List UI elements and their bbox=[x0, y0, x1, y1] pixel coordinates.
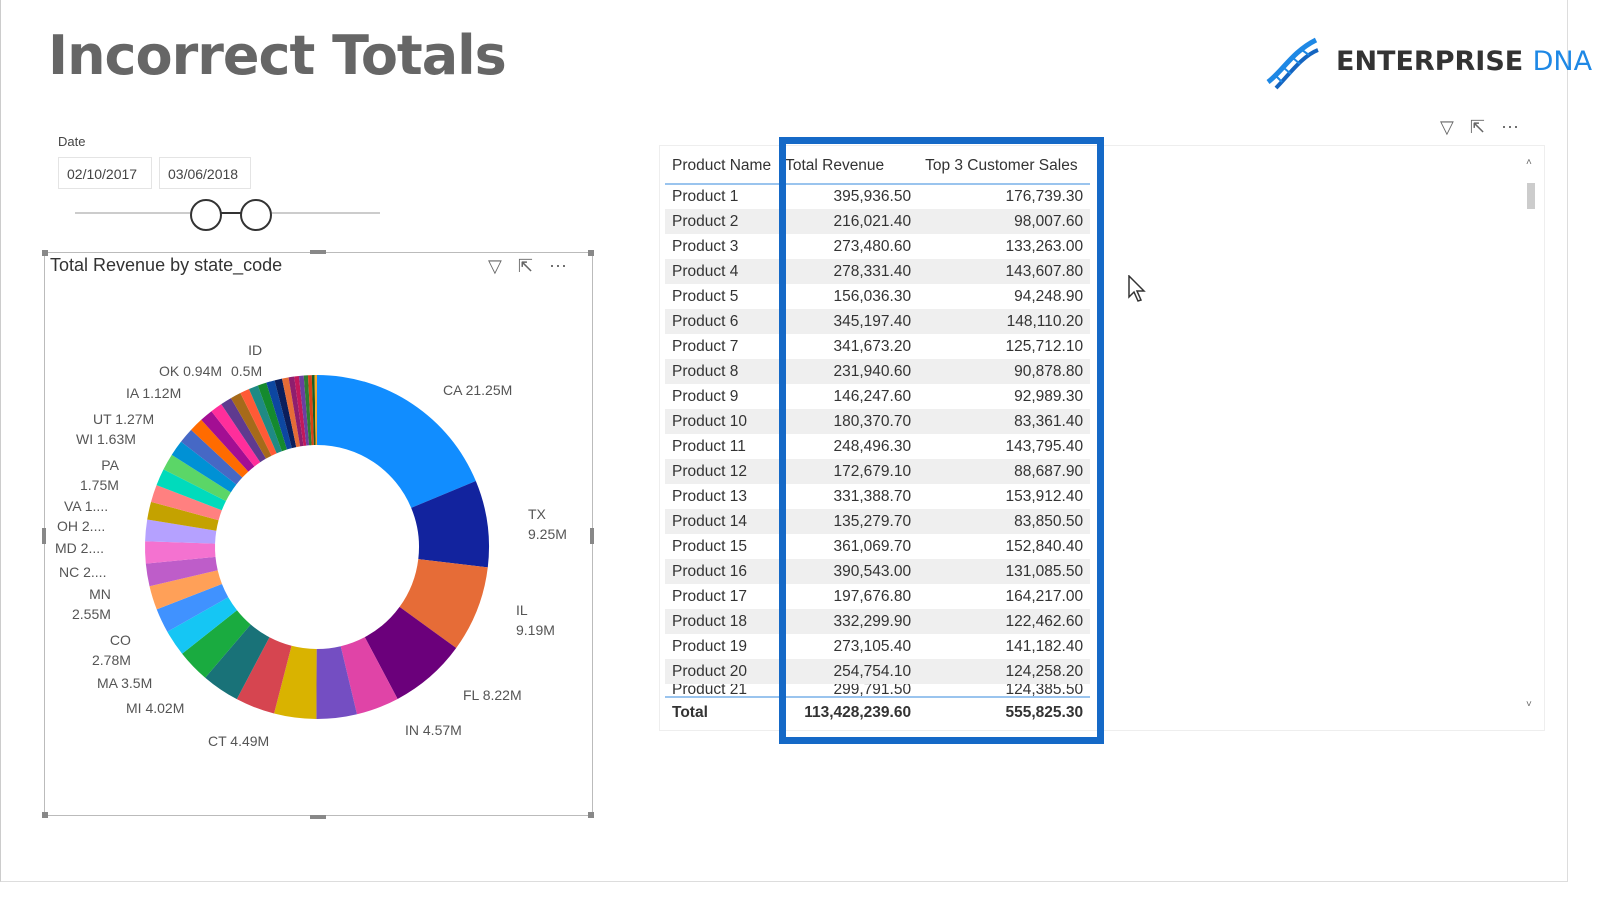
dna-helix-icon bbox=[1266, 37, 1319, 90]
product-name-cell: Product 8 bbox=[665, 359, 779, 384]
product-name-cell: Product 12 bbox=[665, 459, 779, 484]
product-name-cell: Product 3 bbox=[672, 237, 739, 255]
slice-label: UT 1.27M bbox=[93, 411, 155, 427]
product-name-cell: Product 1 bbox=[672, 188, 739, 205]
slice-label: MI 4.02M bbox=[126, 700, 185, 716]
slice-label: CO 2.78M bbox=[92, 632, 131, 668]
slice-label: IA 1.12M bbox=[126, 385, 182, 401]
product-name-cell: Product 4 bbox=[665, 259, 779, 284]
product-name-cell: Product 7 bbox=[672, 337, 739, 355]
product-name-cell: Product 5 bbox=[672, 287, 739, 305]
slice-label: WI 1.63M bbox=[76, 431, 136, 447]
donut-chart bbox=[145, 375, 489, 719]
slice-label: OK 0.94M bbox=[159, 363, 223, 379]
scroll-down-icon[interactable]: ˅ bbox=[1526, 699, 1532, 710]
slice-label: TX 9.25M bbox=[528, 506, 567, 542]
product-name-cell: Product 17 bbox=[672, 587, 747, 605]
slice-label: PA 1.75M bbox=[80, 457, 119, 493]
slice-label: IN 4.57M bbox=[405, 722, 462, 738]
column-header-product-name[interactable]: Product Name bbox=[665, 148, 779, 185]
enterprise-dna-logo: ENTERPRISE DNA bbox=[1262, 32, 1592, 90]
logo-word-enterprise: ENTERPRISE bbox=[1336, 45, 1524, 77]
product-name-cell: Product 9 bbox=[672, 387, 739, 405]
slice-label: OH 2.... bbox=[57, 518, 106, 534]
filter-icon[interactable]: ▽ bbox=[1440, 117, 1454, 138]
slice-label: FL 8.22M bbox=[463, 687, 522, 703]
product-name-cell: Product 6 bbox=[665, 309, 779, 334]
slice-label: CA 21.25M bbox=[443, 382, 513, 398]
scroll-thumb[interactable] bbox=[1527, 183, 1535, 209]
slice-label: MA 3.5M bbox=[97, 675, 153, 691]
slice-label: MN 2.55M bbox=[72, 586, 111, 622]
total-label: Total bbox=[665, 696, 779, 727]
scroll-up-icon[interactable]: ˄ bbox=[1526, 157, 1532, 168]
focus-mode-icon[interactable]: ⇱ bbox=[1470, 117, 1485, 138]
product-name-cell: Product 13 bbox=[672, 487, 747, 505]
product-name-cell: Product 20 bbox=[665, 659, 779, 684]
slice-label: NC 2.... bbox=[59, 564, 107, 580]
product-name-cell: Product 21 bbox=[672, 684, 747, 697]
product-name-cell: Product 18 bbox=[665, 609, 779, 634]
product-name-cell: Product 10 bbox=[665, 409, 779, 434]
product-name-cell: Product 11 bbox=[672, 437, 746, 455]
product-name-cell: Product 19 bbox=[672, 637, 747, 655]
table-scrollbar[interactable]: ˄ ˅ bbox=[1524, 155, 1538, 710]
slice-label: IL 9.19M bbox=[516, 602, 555, 638]
product-name-cell: Product 16 bbox=[665, 559, 779, 584]
product-name-cell: Product 2 bbox=[665, 209, 779, 234]
mouse-cursor-icon bbox=[1128, 275, 1146, 302]
slice-label: MD 2.... bbox=[55, 540, 105, 556]
slice-label: CT 4.49M bbox=[208, 733, 270, 749]
slice-label: VA 1.... bbox=[64, 498, 109, 514]
highlight-box bbox=[779, 137, 1104, 744]
slice-label: ID 0.5M bbox=[231, 342, 263, 379]
product-name-cell: Product 15 bbox=[672, 537, 747, 555]
product-name-cell: Product 14 bbox=[665, 509, 779, 534]
logo-word-dna: DNA bbox=[1532, 45, 1593, 77]
more-options-icon[interactable]: ⋯ bbox=[1501, 117, 1519, 138]
